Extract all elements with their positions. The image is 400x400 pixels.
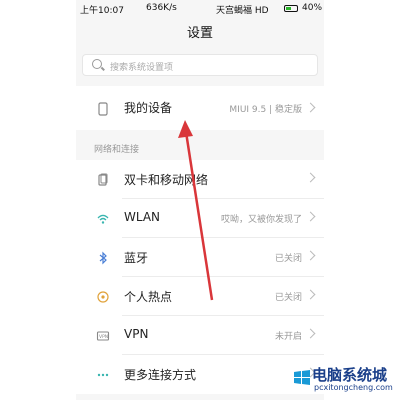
watermark-logo-icon: [294, 370, 310, 385]
site-watermark: 电脑系统城 pcxitongcheng.com: [292, 366, 398, 398]
annotation-arrow: [178, 120, 214, 301]
watermark-url: pcxitongcheng.com: [314, 383, 393, 392]
watermark-title: 电脑系统城: [312, 366, 388, 384]
